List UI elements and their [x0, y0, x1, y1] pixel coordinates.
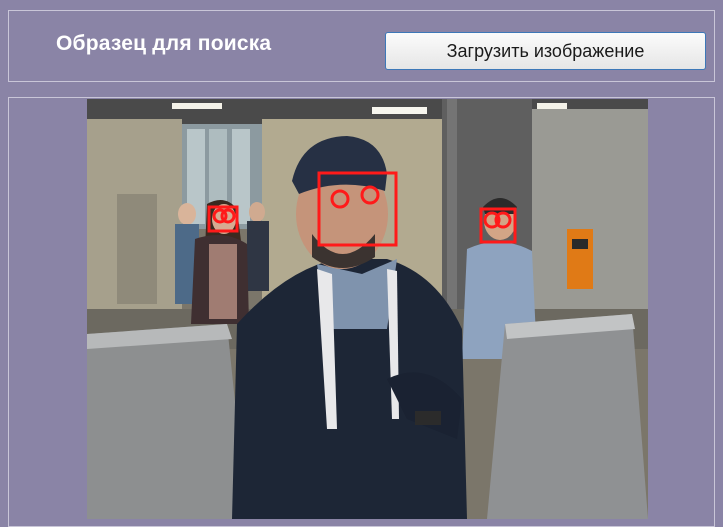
sample-image — [87, 99, 648, 519]
camera-photo — [87, 99, 648, 519]
search-sample-label: Образец для поиска — [56, 32, 272, 55]
load-image-button[interactable]: Загрузить изображение — [385, 32, 706, 70]
